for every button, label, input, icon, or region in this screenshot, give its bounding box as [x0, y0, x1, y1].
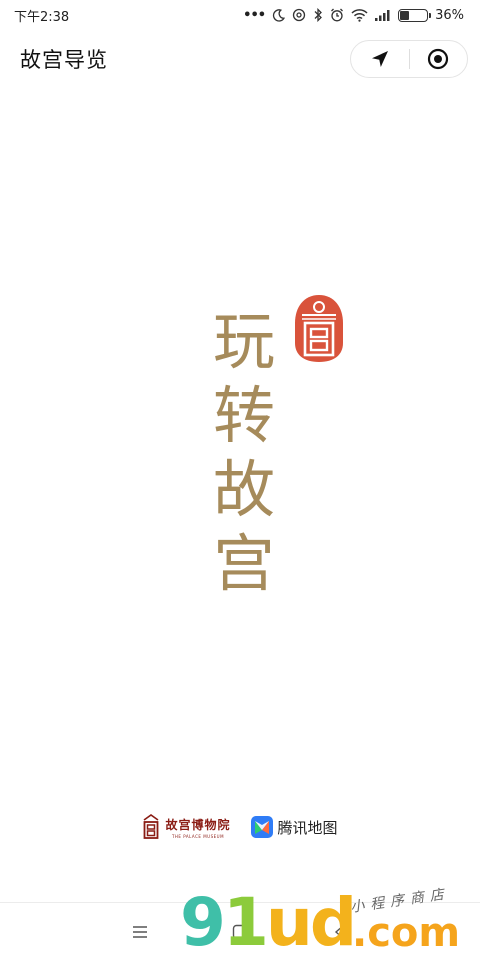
navigation-arrow-icon: [371, 51, 388, 67]
hero-title: 玩 转 故 宫: [204, 305, 284, 601]
watermark-domain: .com: [352, 910, 461, 956]
battery-icon: [398, 8, 432, 22]
hero-char: 玩: [212, 305, 275, 378]
partner-logos: 故宫博物院 THE PALACE MUSEUM 腾讯地图: [0, 810, 480, 844]
tencent-map-logo: 腾讯地图: [250, 816, 338, 838]
signal-icon: [375, 7, 391, 23]
wifi-icon: [351, 7, 368, 23]
hero-char: 转: [212, 379, 275, 452]
status-time: 下午2:38: [14, 9, 70, 25]
more-dots-icon: •••: [243, 7, 266, 23]
battery-level: [400, 10, 410, 20]
bluetooth-icon: [313, 7, 323, 23]
museum-english-name: THE PALACE MUSEUM: [171, 833, 225, 839]
status-icons: ••• 36%: [243, 7, 464, 23]
watermark-brand-part: 1: [222, 884, 269, 960]
watermark-brand-part: ud: [265, 884, 357, 960]
close-mini-program-button[interactable]: [410, 41, 468, 77]
target-circle-icon: [428, 48, 449, 70]
moon-icon: [272, 7, 286, 23]
mini-program-capsule: [350, 40, 468, 78]
battery-percent: 36%: [435, 7, 464, 23]
status-bar: 下午2:38 ••• 36%: [0, 0, 480, 30]
museum-name: 故宫博物院: [165, 817, 231, 832]
nav-bar: 故宫导览: [0, 30, 480, 88]
hero-char: 宫: [212, 527, 275, 600]
location-button[interactable]: [351, 41, 409, 77]
page-title: 故宫导览: [20, 48, 108, 72]
watermark-brand-part: 9: [180, 884, 226, 960]
site-watermark: 91ud 小程序商店 .com: [180, 886, 480, 960]
palace-museum-logo: 故宫博物院 THE PALACE MUSEUM: [142, 814, 230, 840]
hotspot-icon: [292, 7, 306, 23]
hero-char: 故: [212, 453, 275, 526]
watermark-brand: 91ud: [180, 884, 357, 960]
palace-museum-emblem-icon: [144, 814, 159, 839]
menu-icon: [133, 925, 147, 938]
menu-button[interactable]: [120, 912, 160, 952]
tencent-map-name: 腾讯地图: [277, 818, 338, 837]
app-screen: 下午2:38 ••• 36% 故宫导览 玩 转 故 宫 故宫博物院 THE PA…: [0, 0, 480, 960]
alarm-icon: [330, 7, 344, 23]
palace-seal-logo: [295, 295, 343, 362]
tencent-map-icon: [250, 816, 273, 838]
